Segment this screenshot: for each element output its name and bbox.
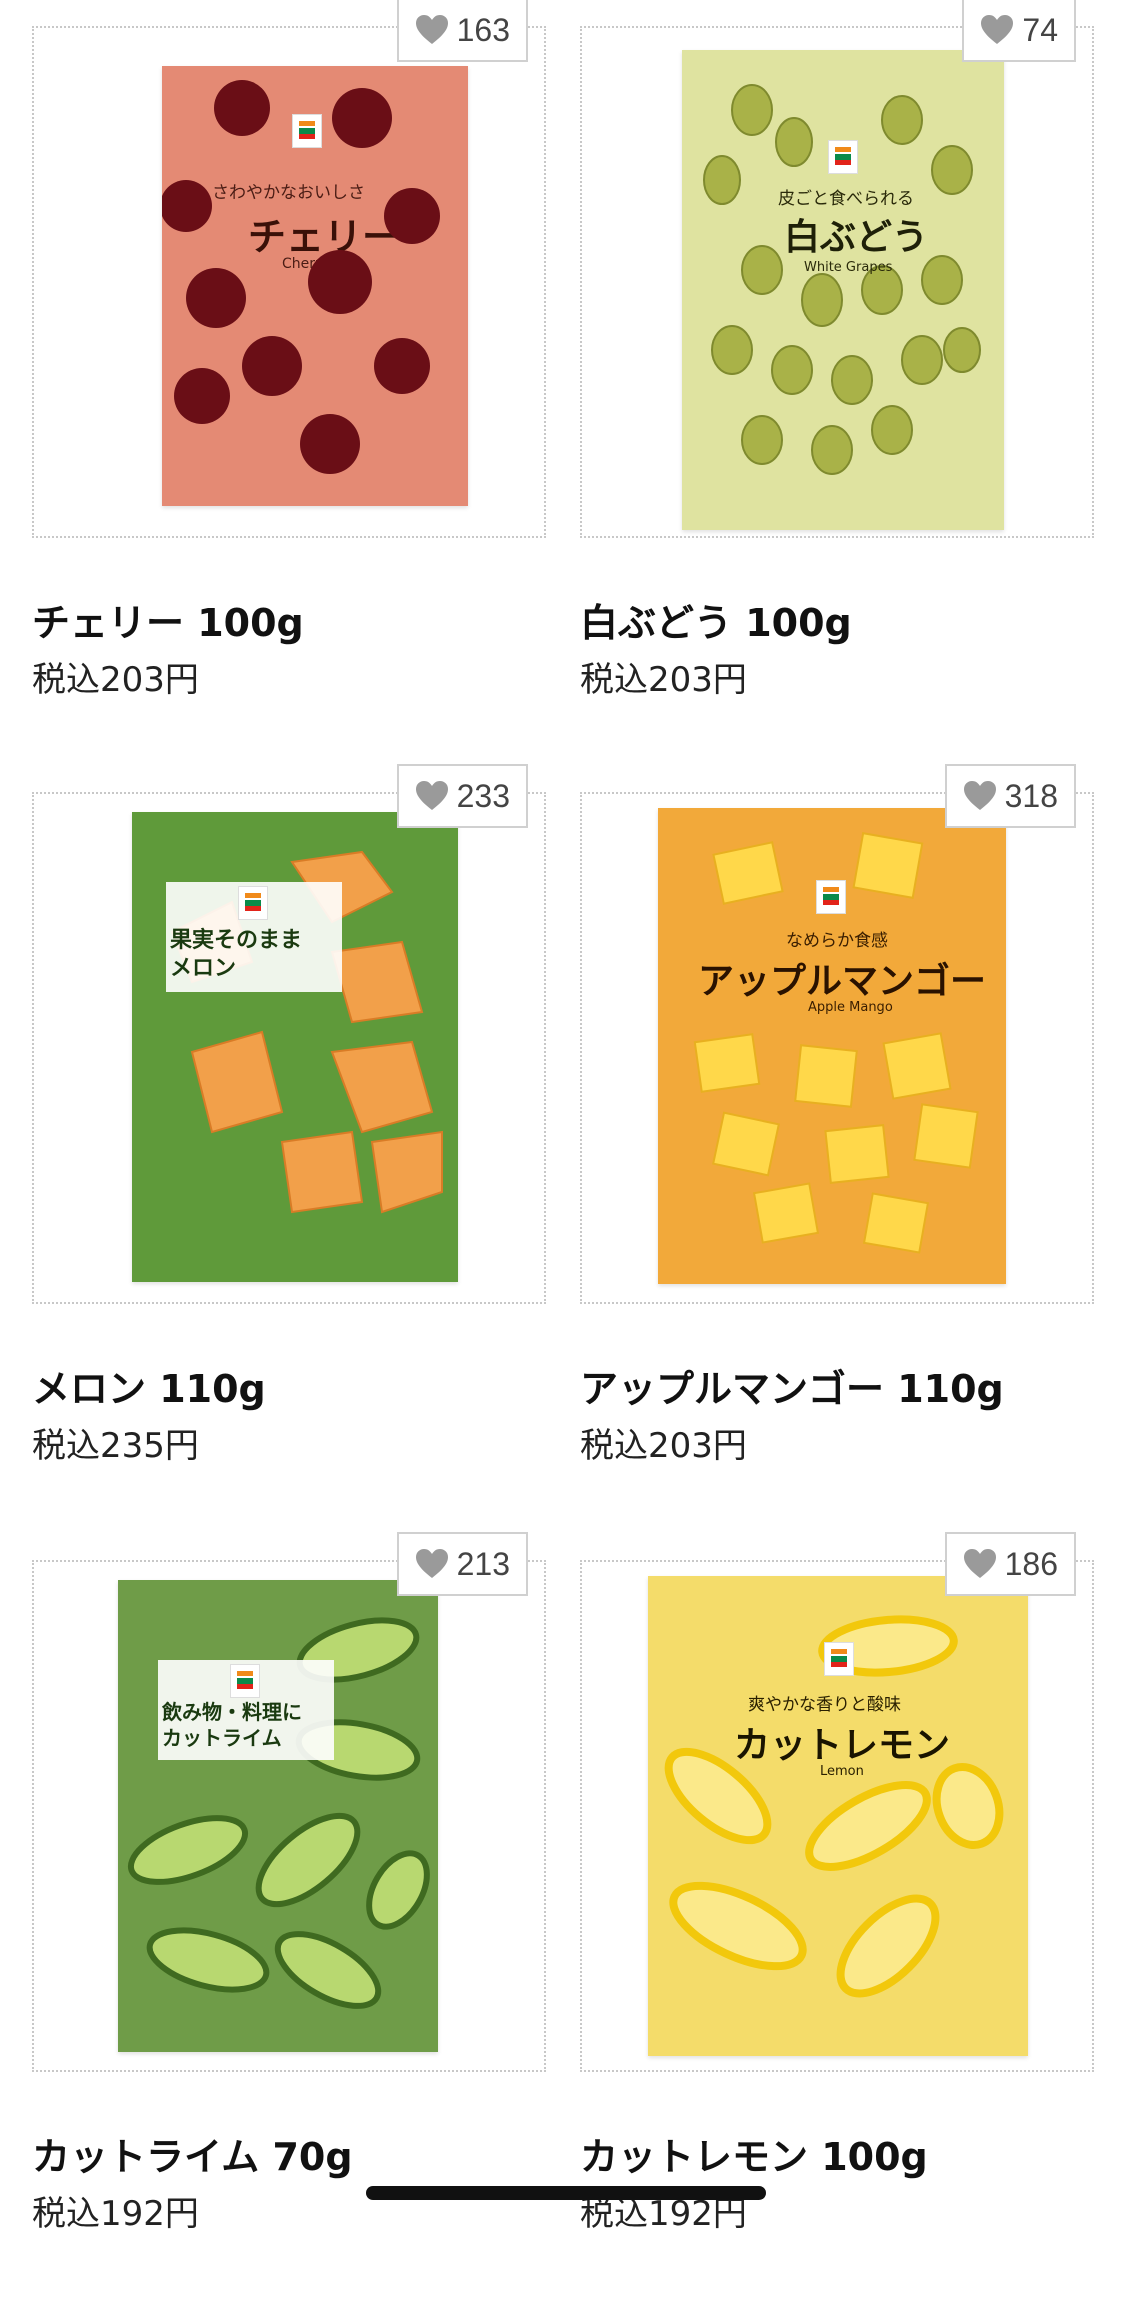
like-count: 318 [1004,777,1058,814]
like-button[interactable]: 74 [962,0,1076,62]
mango-cubes [693,832,979,1254]
product-price: 税込203円 [580,1426,747,1466]
heart-icon [415,15,448,44]
cherry-fruits [162,80,440,474]
product-name[interactable]: カットライム 70g [32,2126,353,2181]
product-name[interactable]: チェリー 100g [32,592,304,647]
pack-tagline: 飲み物・料理に [162,1700,302,1724]
product-image-frame[interactable]: 飲み物・料理に カットライム [32,1560,546,2072]
product-image: なめらか食感 アップルマンゴー Apple Mango [658,808,1006,1284]
seven-eleven-logo [238,886,268,920]
product-image: 果実そのまま メロン [132,812,458,1282]
seven-eleven-logo [824,1642,854,1676]
heart-icon [981,15,1014,44]
pack-tagline: 皮ごと食べられる [778,189,914,209]
pack-title: メロン [170,956,237,981]
pack-title: カットライム [162,1726,282,1750]
product-image: 爽やかな香りと酸味 カットレモン Lemon [648,1576,1028,2056]
heart-icon [415,1549,448,1578]
product-card[interactable]: 果実そのまま メロン 233 メロン 110g 税込235円 [32,764,546,1536]
pack-label: 果実そのまま メロン [166,882,342,992]
product-image: 飲み物・料理に カットライム [118,1580,438,2052]
product-card[interactable]: さわやかなおいしさ チェリー Cherry 163 チェリー 100g 税込20… [32,0,546,770]
like-button[interactable]: 163 [396,0,528,62]
product-image-frame[interactable]: なめらか食感 アップルマンゴー Apple Mango [580,792,1094,1304]
product-image: さわやかなおいしさ チェリー Cherry [162,66,468,506]
pack-english: Lemon [820,1764,864,1779]
product-price: 税込192円 [32,2194,199,2234]
pack-label: 飲み物・料理に カットライム [158,1660,334,1760]
product-price: 税込235円 [32,1426,199,1466]
like-count: 213 [456,1545,510,1582]
product-price: 税込203円 [32,660,199,700]
lime-wedges [127,1617,430,2009]
product-card[interactable]: 皮ごと食べられる 白ぶどう White Grapes 74 白ぶどう 100g … [580,0,1094,770]
product-name[interactable]: カットレモン 100g [580,2126,928,2181]
product-image-frame[interactable]: 果実そのまま メロン [32,792,546,1304]
like-count: 163 [456,11,510,48]
like-button[interactable]: 213 [396,1532,528,1596]
like-button[interactable]: 233 [396,764,528,828]
like-count: 186 [1004,1545,1058,1582]
product-price: 税込203円 [580,660,747,700]
like-count: 233 [456,777,510,814]
product-name[interactable]: メロン 110g [32,1358,266,1413]
product-name[interactable]: 白ぶどう 100g [580,592,852,647]
product-image-frame[interactable]: さわやかなおいしさ チェリー Cherry [32,26,546,538]
heart-icon [415,781,448,810]
product-name[interactable]: アップルマンゴー 110g [580,1358,1004,1413]
like-button[interactable]: 318 [944,764,1076,828]
product-image-frame[interactable]: 爽やかな香りと酸味 カットレモン Lemon [580,1560,1094,2072]
product-image: 皮ごと食べられる 白ぶどう White Grapes [682,50,1004,530]
pack-title: カットレモン [734,1725,951,1766]
like-count: 74 [1022,11,1058,48]
heart-icon [963,781,996,810]
pack-tagline: 爽やかな香りと酸味 [748,1695,901,1715]
grape-fruits [703,84,981,475]
product-image-frame[interactable]: 皮ごと食べられる 白ぶどう White Grapes [580,26,1094,538]
heart-icon [963,1549,996,1578]
like-button[interactable]: 186 [944,1532,1076,1596]
pack-title: 白ぶどう [784,217,929,258]
seven-eleven-logo [230,1664,260,1698]
product-card[interactable]: なめらか食感 アップルマンゴー Apple Mango 318 アップルマンゴー… [580,764,1094,1536]
home-indicator[interactable] [366,2186,766,2200]
pack-english: White Grapes [804,260,893,275]
